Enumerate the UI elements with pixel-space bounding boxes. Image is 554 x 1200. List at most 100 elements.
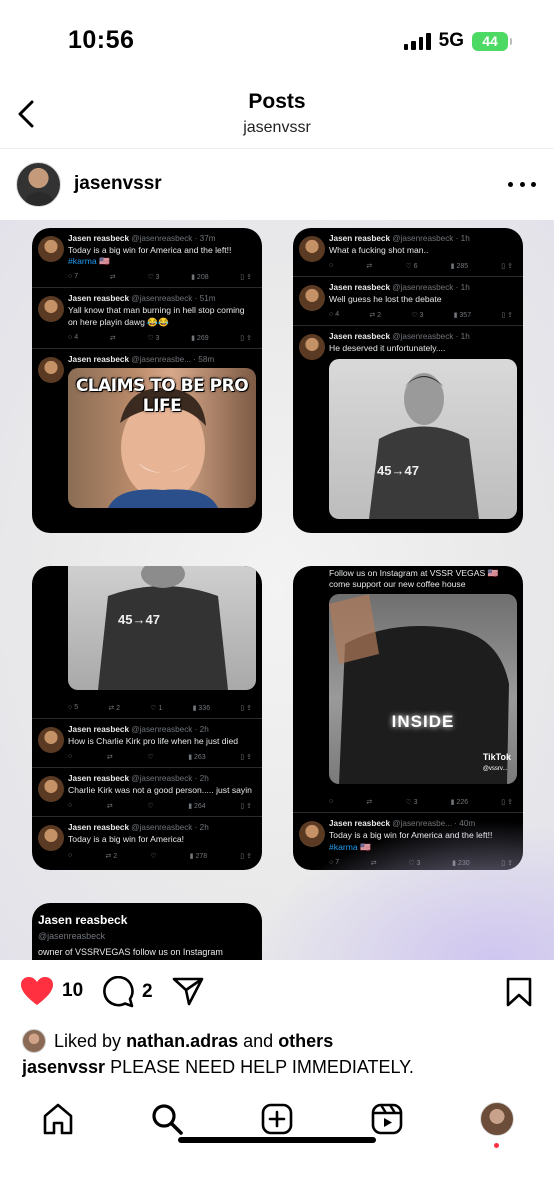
post-image[interactable]: Jasen reasbeck @jasenreasbeck · 37m Toda… (0, 220, 554, 960)
tweet-meta: @jasenreasbeck · 1h (392, 332, 470, 342)
tweet-author: Jasen reasbeck (329, 234, 390, 243)
search-icon (152, 1104, 183, 1135)
bookmark-icon (506, 977, 532, 1007)
tweet-text: Today is a big win for America! (68, 834, 185, 845)
nav-home[interactable] (38, 1099, 78, 1139)
save-button[interactable] (506, 977, 532, 1012)
tweet-meta: @jasenreasbeck · 51m (131, 294, 216, 304)
tweet-text: Well guess he lost the debate (329, 294, 442, 305)
tweet-meta: @jasenreasbeck · 1h (392, 234, 470, 243)
tweet-text: Today is a big win for America and the l… (68, 245, 232, 255)
battery-icon: 44 (472, 31, 512, 51)
tweet-author: Jasen reasbeck (68, 234, 129, 243)
tweet-text: Yall know that man burning in hell stop … (68, 305, 245, 327)
post-author-row: jasenvssr (0, 158, 554, 214)
profile-avatar (480, 1102, 514, 1136)
tweet-text: How is Charlie Kirk pro life when he jus… (68, 736, 239, 746)
tweet-actions: ○ ⇄ ♡ ▮ 264 ▯ ⇪ (68, 802, 252, 811)
hoodie-print: 45→47 (377, 462, 419, 478)
author-avatar[interactable] (16, 162, 61, 207)
hoodie-print: 45→47 (118, 612, 160, 627)
caption-username[interactable]: jasenvssr (22, 1057, 105, 1077)
tweet-meta: @jasenreasbeck · 1h (392, 283, 470, 293)
tweet-meta: @jasenreasbeck · 37m (131, 234, 216, 243)
tweet-author: Jasen reasbeck (68, 725, 129, 734)
tweet-actions: ○ ⇄ 2 ♡ ▮ 278 ▯ ⇪ (68, 851, 252, 860)
tweet: Jasen reasbeck @jasenreasbeck · 51m Yall… (32, 288, 262, 349)
more-options-button[interactable] (508, 172, 536, 196)
nav-create[interactable] (257, 1099, 297, 1139)
tweet-meta: @jasenreasbeck · 2h (131, 725, 209, 734)
profile-bio: owner of VSSRVEGAS follow us on Instagra… (38, 947, 223, 957)
tweet-text: Today is a big win for America and the l… (329, 830, 493, 841)
nav-search[interactable] (147, 1099, 187, 1139)
tweet-actions: ○ 7 ⇄ ♡ 3 ▮ 230 ▯ ⇪ (329, 858, 513, 867)
nav-profile[interactable] (477, 1099, 517, 1148)
status-bar: 10:56 5G 44 (0, 0, 554, 80)
signal-icon (403, 32, 431, 50)
liked-by-label: Liked by (54, 1030, 122, 1051)
create-icon (261, 1103, 293, 1135)
share-button[interactable] (172, 976, 204, 1006)
nav-reels[interactable] (367, 1099, 407, 1139)
post-caption: jasenvssr PLEASE NEED HELP IMMEDIATELY. (22, 1057, 544, 1078)
tweet-avatar (38, 236, 64, 262)
tweet-image: CLAIMS TO BE PRO LIFE (68, 367, 256, 508)
tweet-avatar (299, 236, 325, 262)
share-icon (172, 977, 204, 1006)
tweet: Jasen reasbeck @jasenreasbeck · 1h Well … (293, 277, 523, 327)
meme-caption: CLAIMS TO BE PRO LIFE (75, 375, 249, 416)
tweet-hashtag: #karma 🇺🇸 (329, 841, 371, 852)
tweet-avatar (38, 296, 64, 323)
tweet-text: He deserved it unfortunately.... (329, 343, 446, 354)
tweet-meta: @jasenreasbe... · 40m (392, 819, 476, 829)
comment-button[interactable]: 2 (102, 976, 153, 1008)
battery-level: 44 (482, 33, 498, 49)
liked-by-others[interactable]: others (278, 1031, 333, 1051)
tweet-image: 45→47 (68, 566, 256, 690)
tweet-author: Jasen reasbeck (68, 354, 129, 364)
tweet-avatar (299, 285, 325, 312)
tweet-author: Jasen reasbeck (68, 294, 129, 304)
tweet-avatar (38, 356, 64, 383)
like-count: 10 (62, 980, 84, 1001)
divider (0, 148, 554, 149)
liked-by-and: and (243, 1030, 274, 1051)
home-icon (43, 1103, 73, 1135)
tweet-author: Jasen reasbeck (68, 774, 129, 784)
tweet-actions: ○ 4 ⇄ 2 ♡ 3 ▮ 357 ▯ ⇪ (329, 311, 513, 320)
tweet-author: Jasen reasbeck (329, 332, 390, 342)
tweet: Jasen reasbeck @jasenreasbeck · 37m Toda… (32, 228, 262, 289)
home-indicator (178, 1137, 376, 1143)
tweet-meta: @jasenreasbe... · 58m (131, 354, 215, 364)
screenshot-card-4: Follow us on Instagram at VSSR VEGAS 🇺🇸 … (293, 566, 523, 870)
tweet: Jasen reasbeck @jasenreasbeck · 1h What … (293, 228, 523, 278)
bottom-nav (0, 1085, 554, 1155)
liker-username[interactable]: nathan.adras (126, 1031, 238, 1051)
tweet-hashtag: #karma 🇺🇸 (68, 256, 110, 267)
screenshot-card-5: Jasen reasbeck @jasenreasbeck owner of V… (32, 903, 262, 960)
reels-icon (371, 1103, 403, 1135)
tweet-actions: ○ 4 ⇄ ♡ 3 ▮ 269 ▯ ⇪ (68, 333, 252, 342)
tweet-avatar (38, 727, 64, 753)
tweet-avatar (299, 821, 325, 848)
author-username[interactable]: jasenvssr (74, 173, 162, 195)
status-time: 10:56 (68, 26, 135, 54)
screenshot-card-1: Jasen reasbeck @jasenreasbeck · 37m Toda… (32, 228, 262, 533)
tweet-image: 45→47 (329, 358, 517, 519)
photo-illustration (369, 372, 479, 519)
tweet-actions: ○ ⇄ ♡ 3 ▮ 226 ▯ ⇪ (293, 792, 523, 814)
screenshot-card-3: 45→47 ○ 5 ⇄ 2 ♡ 1 ▮ 336 ▯ ⇪ Jasen reasbeck @… (32, 566, 262, 870)
tweet-actions: ○ 5 ⇄ 2 ♡ 1 ▮ 336 ▯ ⇪ (32, 698, 262, 719)
more-icon (508, 181, 513, 187)
post-actions: 10 2 (0, 968, 554, 1018)
tweet-avatar (38, 825, 64, 852)
comment-count: 2 (142, 981, 153, 1002)
tweet-video: INSIDE TikTok @vssrv... (329, 594, 517, 785)
tweet: Jasen reasbeck @jasenreasbeck · 2h Today… (32, 817, 262, 865)
video-caption: INSIDE (391, 712, 455, 732)
tweet-author: Jasen reasbeck (329, 819, 390, 829)
like-button[interactable]: 10 (20, 976, 83, 1006)
tweet: Jasen reasbeck @jasenreasbe... · 40m Tod… (293, 813, 523, 870)
tweet-actions: ○ 7 ⇄ ♡ 3 ▮ 208 ▯ ⇪ (68, 273, 252, 282)
